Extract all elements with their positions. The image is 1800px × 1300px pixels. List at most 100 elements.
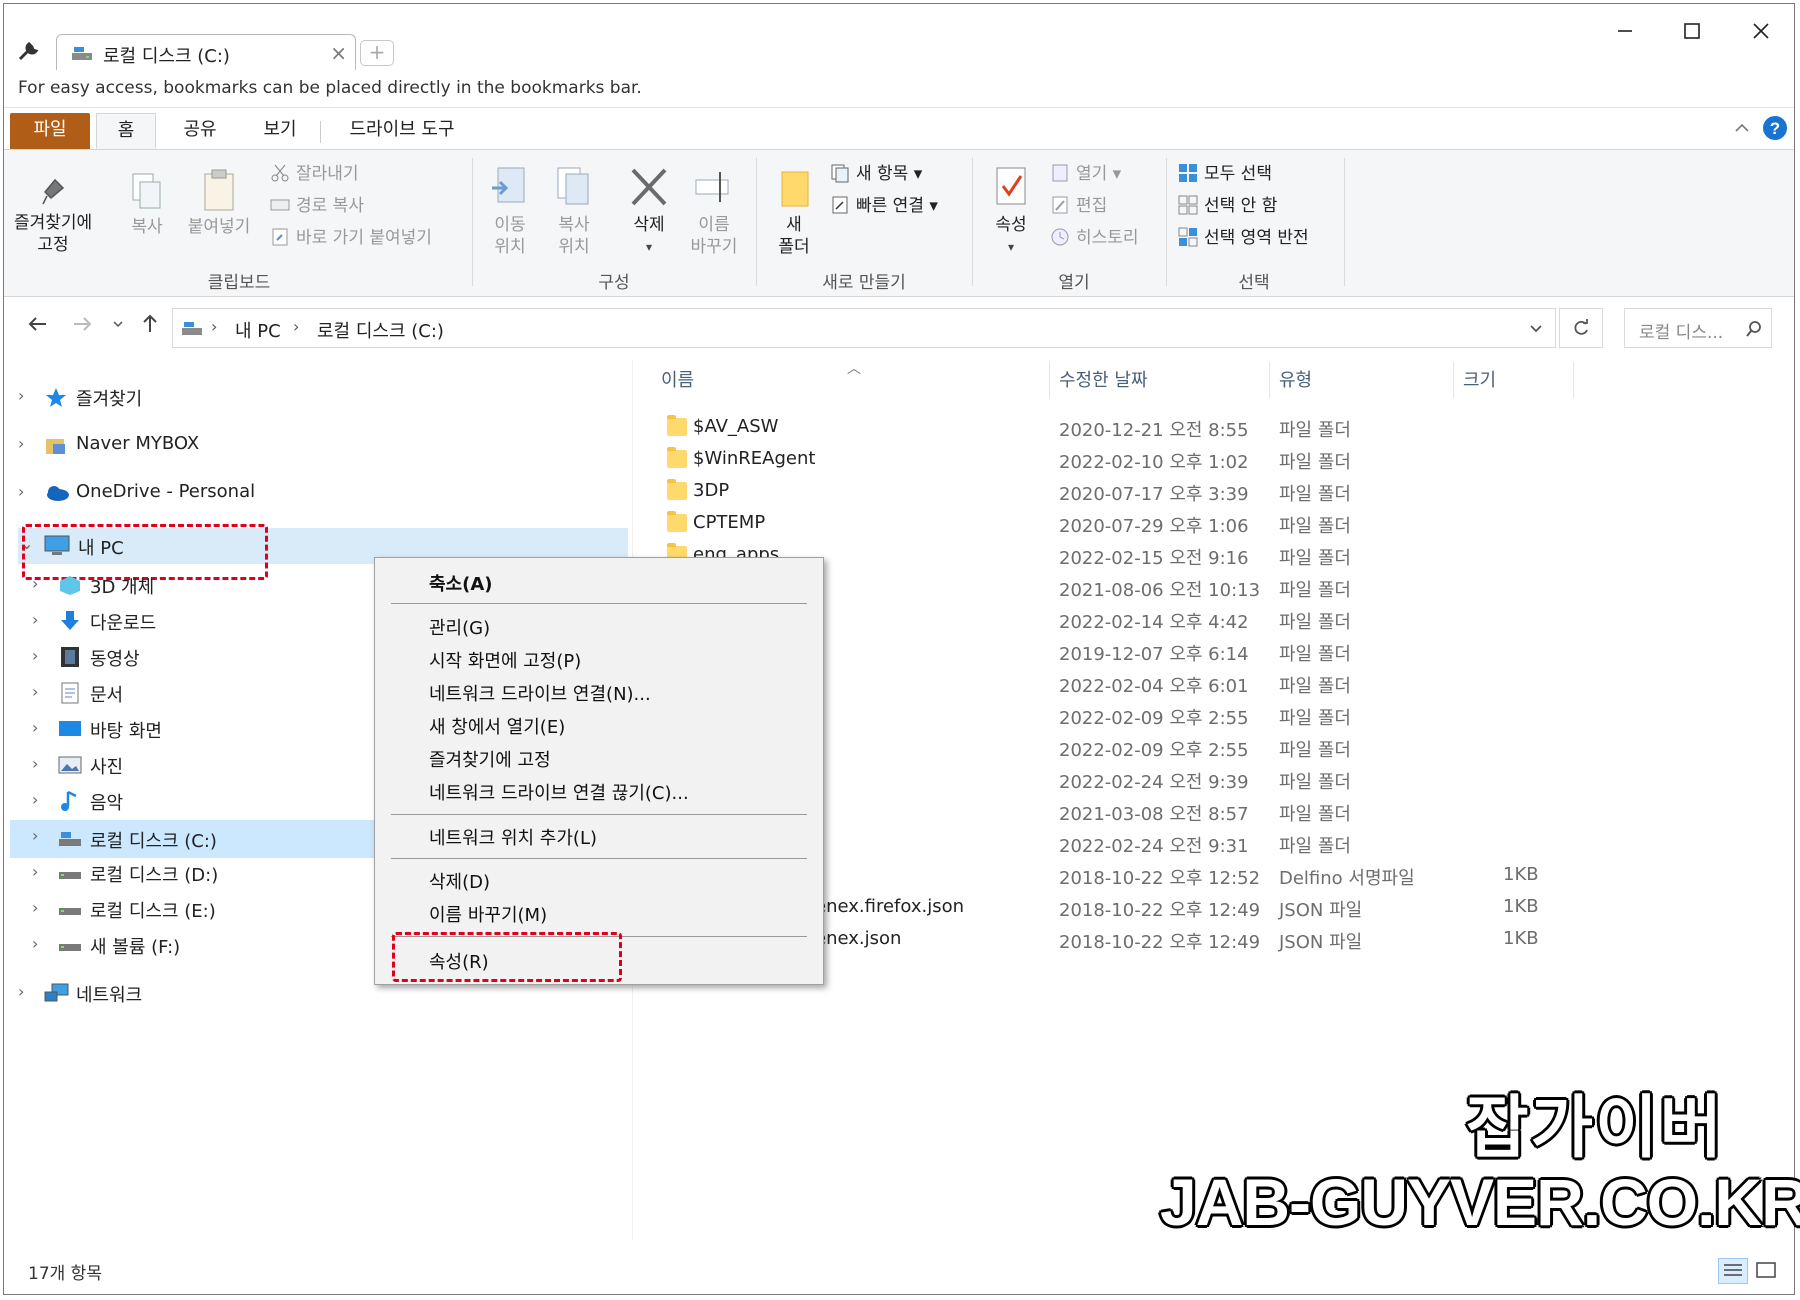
expand-chevron-icon[interactable]: › bbox=[32, 646, 38, 665]
large-icons-view-button[interactable] bbox=[1752, 1258, 1782, 1284]
expand-chevron-icon[interactable]: › bbox=[18, 482, 24, 501]
copy-button[interactable]: 복사 bbox=[122, 170, 172, 238]
nav-label: OneDrive - Personal bbox=[76, 481, 256, 502]
copy-path-button[interactable]: 경로 복사 bbox=[270, 192, 364, 220]
expand-chevron-icon[interactable]: › bbox=[32, 718, 38, 737]
svg-text:?: ? bbox=[1770, 119, 1780, 138]
download-arrow-icon bbox=[58, 610, 82, 632]
column-separator[interactable] bbox=[1269, 362, 1270, 398]
nav-item-onedrive[interactable]: › OneDrive - Personal bbox=[4, 478, 624, 510]
column-header-size[interactable]: 크기 bbox=[1463, 366, 1496, 392]
copy-to-button[interactable]: 복사 위치 bbox=[548, 164, 600, 258]
column-separator[interactable] bbox=[1453, 362, 1454, 398]
tab-view[interactable]: 보기 bbox=[244, 113, 316, 149]
tab-file[interactable]: 파일 bbox=[10, 113, 90, 149]
menu-item-delete[interactable]: 삭제(D) bbox=[429, 868, 490, 894]
drive-icon bbox=[71, 44, 93, 62]
file-row[interactable]: $WinREAgent 2022-02-10 오후 1:02 파일 폴더 bbox=[633, 444, 1533, 476]
select-none-button[interactable]: 선택 안 함 bbox=[1178, 192, 1277, 220]
breadcrumb-my-pc[interactable]: 내 PC bbox=[235, 317, 281, 343]
menu-item-disconnect-network-drive[interactable]: 네트워크 드라이브 연결 끊기(C)... bbox=[429, 779, 689, 805]
expand-chevron-icon[interactable]: › bbox=[32, 682, 38, 701]
file-row[interactable]: CPTEMP 2020-07-29 오후 1:06 파일 폴더 bbox=[633, 508, 1533, 540]
tab-home[interactable]: 홈 bbox=[96, 113, 156, 149]
new-folder-button[interactable]: 새 폴더 bbox=[770, 164, 818, 258]
invert-selection-button[interactable]: 선택 영역 반전 bbox=[1178, 224, 1309, 252]
menu-item-manage[interactable]: 관리(G) bbox=[429, 614, 490, 640]
expand-chevron-icon[interactable]: › bbox=[32, 790, 38, 809]
pin-to-quick-access-button[interactable]: 즐겨찾기에 고정 bbox=[14, 170, 92, 256]
column-separator[interactable] bbox=[1573, 362, 1574, 398]
address-dropdown-chevron-icon[interactable] bbox=[1529, 323, 1543, 335]
help-icon[interactable]: ? bbox=[1762, 115, 1788, 141]
search-box[interactable]: 로컬 디스... bbox=[1624, 308, 1772, 348]
tab-share[interactable]: 공유 bbox=[164, 113, 236, 149]
breadcrumb-local-disk[interactable]: 로컬 디스크 (C:) bbox=[317, 317, 444, 343]
close-window-button[interactable] bbox=[1746, 16, 1776, 46]
column-header-type[interactable]: 유형 bbox=[1279, 366, 1312, 392]
paste-button[interactable]: 붙여넣기 bbox=[182, 166, 256, 238]
column-header-name[interactable]: 이름 bbox=[661, 366, 694, 392]
explorer-tab[interactable]: 로컬 디스크 (C:) × bbox=[56, 34, 356, 70]
rename-button[interactable]: 이름 바꾸기 bbox=[684, 164, 744, 258]
properties-label: 속성 bbox=[995, 215, 1027, 235]
edit-button[interactable]: 편집 bbox=[1050, 192, 1107, 220]
expand-chevron-icon[interactable]: › bbox=[32, 934, 38, 953]
history-button[interactable]: 히스토리 bbox=[1050, 224, 1139, 252]
file-type: JSON 파일 bbox=[1279, 932, 1363, 953]
expand-chevron-icon[interactable]: › bbox=[18, 982, 24, 1001]
expand-chevron-icon[interactable]: › bbox=[32, 574, 38, 593]
new-tab-button[interactable]: + bbox=[360, 40, 394, 66]
expand-chevron-icon[interactable]: › bbox=[32, 898, 38, 917]
nav-item-quick-access[interactable]: › 즐겨찾기 bbox=[4, 382, 624, 414]
address-bar[interactable]: › 내 PC › 로컬 디스크 (C:) bbox=[172, 308, 1556, 348]
nav-label: 3D 개체 bbox=[90, 577, 155, 598]
move-to-button[interactable]: 이동 위치 bbox=[484, 164, 536, 258]
wrench-icon[interactable] bbox=[16, 38, 42, 64]
copy-icon bbox=[127, 170, 167, 214]
menu-item-collapse[interactable]: 축소(A) bbox=[429, 570, 493, 596]
expand-chevron-icon[interactable]: › bbox=[32, 754, 38, 773]
easy-access-button[interactable]: 빠른 연결 ▾ bbox=[830, 192, 938, 220]
refresh-button[interactable] bbox=[1559, 308, 1603, 348]
forward-arrow-icon[interactable] bbox=[70, 312, 94, 336]
expand-chevron-icon[interactable]: › bbox=[32, 826, 38, 845]
file-date: 2022-02-10 오후 1:02 bbox=[1059, 452, 1249, 473]
details-view-button[interactable] bbox=[1718, 1258, 1748, 1284]
column-separator[interactable] bbox=[1049, 362, 1050, 398]
minimize-button[interactable] bbox=[1610, 16, 1640, 46]
tab-drive-tools[interactable]: 드라이브 도구 bbox=[326, 113, 478, 149]
select-all-button[interactable]: 모두 선택 bbox=[1178, 160, 1272, 188]
menu-item-map-network-drive[interactable]: 네트워크 드라이브 연결(N)... bbox=[429, 680, 651, 706]
expand-chevron-icon[interactable]: › bbox=[32, 610, 38, 629]
column-header-date[interactable]: 수정한 날짜 bbox=[1059, 366, 1148, 392]
nav-item-naver-mybox[interactable]: › Naver MYBOX bbox=[4, 430, 624, 462]
properties-button[interactable]: 속성 ▾ bbox=[984, 164, 1038, 258]
recent-locations-chevron-icon[interactable] bbox=[112, 318, 124, 330]
file-type: 파일 폴더 bbox=[1279, 676, 1351, 697]
paste-shortcut-button[interactable]: 바로 가기 붙여넣기 bbox=[270, 224, 432, 252]
cut-button[interactable]: 잘라내기 bbox=[270, 160, 359, 188]
new-item-button[interactable]: 새 항목 ▾ bbox=[830, 160, 922, 188]
expand-chevron-icon[interactable]: › bbox=[18, 434, 24, 453]
expand-chevron-icon[interactable]: › bbox=[32, 862, 38, 881]
expand-chevron-icon[interactable]: › bbox=[18, 386, 24, 405]
menu-item-add-network-location[interactable]: 네트워크 위치 추가(L) bbox=[429, 824, 597, 850]
file-row[interactable]: 3DP 2020-07-17 오후 3:39 파일 폴더 bbox=[633, 476, 1533, 508]
menu-item-pin-quick-access[interactable]: 즐겨찾기에 고정 bbox=[429, 746, 551, 772]
group-separator bbox=[1166, 158, 1167, 286]
menu-item-rename[interactable]: 이름 바꾸기(M) bbox=[429, 901, 547, 927]
collapse-ribbon-icon[interactable] bbox=[1734, 121, 1750, 135]
back-arrow-icon[interactable] bbox=[26, 312, 50, 336]
open-icon bbox=[1050, 163, 1070, 183]
delete-button[interactable]: 삭제 ▾ bbox=[624, 164, 674, 258]
up-arrow-icon[interactable] bbox=[138, 312, 162, 336]
maximize-button[interactable] bbox=[1677, 16, 1707, 46]
open-button[interactable]: 열기 ▾ bbox=[1050, 160, 1121, 188]
file-row[interactable]: $AV_ASW 2020-12-21 오전 8:55 파일 폴더 bbox=[633, 412, 1533, 444]
menu-item-pin-to-start[interactable]: 시작 화면에 고정(P) bbox=[429, 647, 581, 673]
file-type: 파일 폴더 bbox=[1279, 740, 1351, 761]
close-tab-icon[interactable]: × bbox=[330, 41, 347, 65]
menu-item-open-new-window[interactable]: 새 창에서 열기(E) bbox=[429, 713, 565, 739]
search-icon[interactable] bbox=[1745, 320, 1763, 338]
